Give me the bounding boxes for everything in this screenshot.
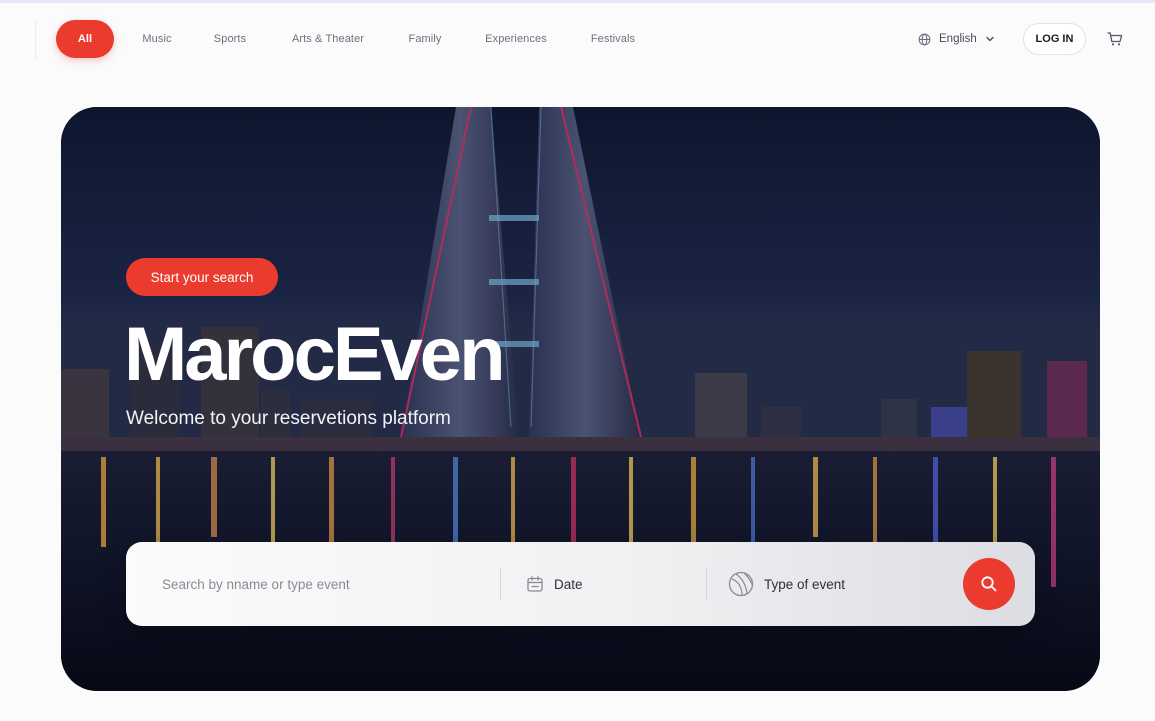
nav-category-festivals[interactable]: Festivals — [580, 20, 646, 58]
event-type-label: Type of event — [764, 576, 846, 592]
hero-title: MarocEven — [124, 312, 506, 397]
start-search-button[interactable]: Start your search — [126, 258, 278, 296]
search-icon — [981, 576, 997, 592]
nav-category-family[interactable]: Family — [398, 20, 452, 58]
search-separator — [500, 568, 501, 600]
search-input[interactable] — [126, 542, 500, 626]
sports-ball-icon — [728, 571, 754, 597]
search-button[interactable] — [963, 558, 1015, 610]
top-navigation: All Music Sports Arts & Theater Family E… — [0, 3, 1155, 75]
search-bar: Date Type of event — [126, 542, 1035, 626]
calendar-icon — [527, 576, 543, 592]
nav-category-sports[interactable]: Sports — [204, 20, 256, 58]
nav-divider — [35, 19, 36, 59]
chevron-down-icon — [986, 36, 994, 42]
nav-category-music[interactable]: Music — [131, 20, 183, 58]
search-separator — [706, 568, 707, 600]
nav-category-experiences[interactable]: Experiences — [474, 20, 558, 58]
globe-icon — [918, 33, 931, 45]
nav-category-arts-theater[interactable]: Arts & Theater — [280, 20, 376, 58]
cart-icon[interactable] — [1107, 31, 1123, 47]
login-button[interactable]: LOG IN — [1023, 23, 1086, 55]
language-label: English — [939, 33, 977, 45]
date-picker[interactable]: Date — [526, 542, 706, 626]
event-type-selector[interactable]: Type of event — [728, 542, 948, 626]
hero-banner: Start your search MarocEven Welcome to y… — [61, 107, 1100, 691]
nav-category-all[interactable]: All — [56, 20, 114, 58]
hero-subtitle: Welcome to your reservetions platform — [126, 408, 451, 429]
language-selector[interactable]: English — [918, 28, 995, 50]
date-label: Date — [554, 576, 583, 592]
